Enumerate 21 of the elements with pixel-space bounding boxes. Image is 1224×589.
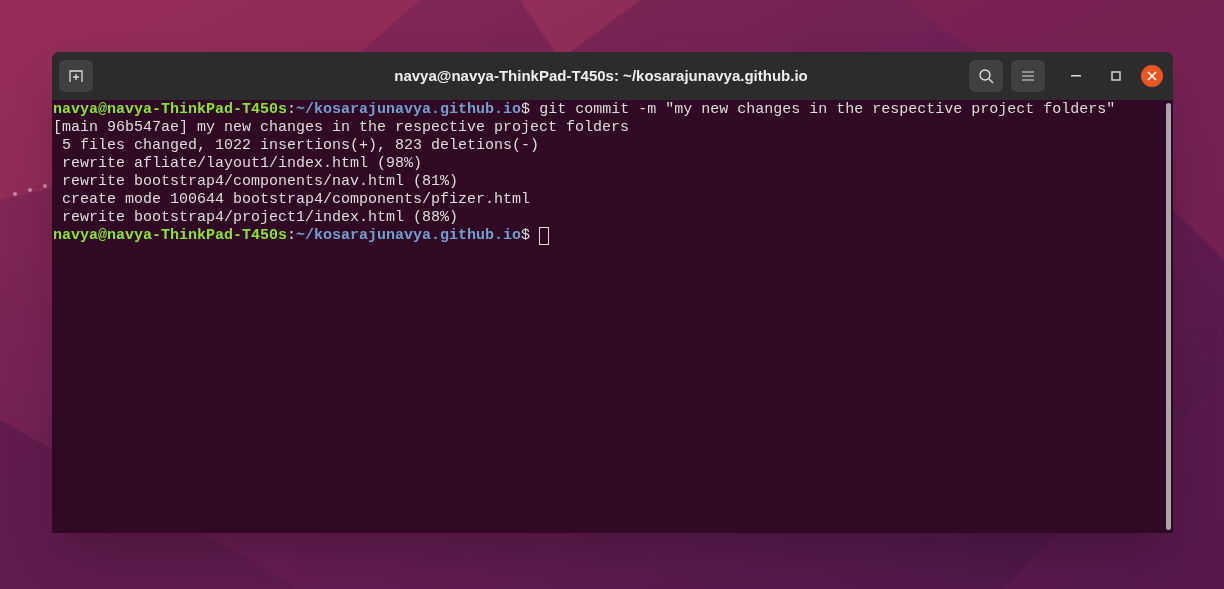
close-button[interactable] xyxy=(1141,65,1163,87)
shell-prompt: navya@navya-ThinkPad-T450s:~/kosarajunavya.github.io$ xyxy=(53,101,531,119)
output-line: [main 96b547ae] my new changes in the respective project folders xyxy=(53,119,630,137)
shell-prompt: navya@navya-ThinkPad-T450s:~/kosarajunavya.github.io$ xyxy=(53,227,531,245)
new-tab-icon xyxy=(69,69,83,83)
new-tab-button[interactable] xyxy=(59,60,93,92)
menu-button[interactable] xyxy=(1011,60,1045,92)
output-line: rewrite afliate/layout1/index.html (98%) xyxy=(61,155,423,173)
scrollbar[interactable] xyxy=(1166,103,1171,530)
minimize-icon xyxy=(1071,75,1081,77)
output-line: rewrite bootstrap4/components/nav.html (81%) xyxy=(61,173,459,191)
maximize-icon xyxy=(1111,71,1121,81)
output-line: rewrite bootstrap4/project1/index.html (88%) xyxy=(61,209,459,227)
close-icon xyxy=(1147,71,1157,81)
search-icon xyxy=(978,68,994,84)
command-text: git commit -m "my new changes in the respective project folders" xyxy=(538,101,1116,119)
output-line: 5 files changed, 1022 insertions(+), 823 deletions(-) xyxy=(61,137,540,155)
output-line: create mode 100644 bootstrap4/components/pfizer.html xyxy=(61,191,531,209)
search-button[interactable] xyxy=(969,60,1003,92)
window-title: navya@navya-ThinkPad-T450s: ~/kosarajunavya.github.io xyxy=(394,65,808,86)
menu-icon xyxy=(1022,71,1034,81)
